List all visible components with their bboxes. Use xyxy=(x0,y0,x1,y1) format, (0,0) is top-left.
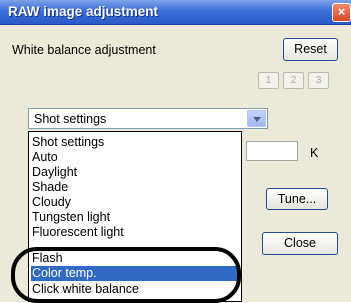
option-daylight[interactable]: Daylight xyxy=(31,165,240,180)
color-temperature-input[interactable] xyxy=(246,141,298,161)
reset-button[interactable]: Reset xyxy=(283,38,338,61)
kelvin-unit-label: K xyxy=(310,146,319,160)
highlight-ellipse xyxy=(11,247,241,303)
close-button[interactable]: Close xyxy=(262,232,338,255)
option-shade[interactable]: Shade xyxy=(31,180,240,195)
chevron-down-icon[interactable] xyxy=(247,110,266,127)
tune-button[interactable]: Tune... xyxy=(266,188,328,210)
window-title: RAW image adjustment xyxy=(8,4,159,19)
preset-1-button[interactable]: 1 xyxy=(258,72,279,89)
option-fluorescent-light[interactable]: Fluorescent light xyxy=(31,225,240,240)
option-shot-settings[interactable]: Shot settings xyxy=(31,135,240,150)
option-auto[interactable]: Auto xyxy=(31,150,240,165)
close-window-icon[interactable]: × xyxy=(332,3,351,22)
white-balance-select[interactable]: Shot settings xyxy=(28,108,268,129)
option-cloudy[interactable]: Cloudy xyxy=(31,195,240,210)
preset-3-button[interactable]: 3 xyxy=(308,72,329,89)
white-balance-label: White balance adjustment xyxy=(12,43,156,57)
raw-adjustment-window: RAW image adjustment × White balance adj… xyxy=(0,0,351,303)
white-balance-selected-value: Shot settings xyxy=(34,112,107,126)
preset-2-button[interactable]: 2 xyxy=(283,72,304,89)
option-tungsten-light[interactable]: Tungsten light xyxy=(31,210,240,225)
title-bar[interactable]: RAW image adjustment × xyxy=(0,0,351,25)
